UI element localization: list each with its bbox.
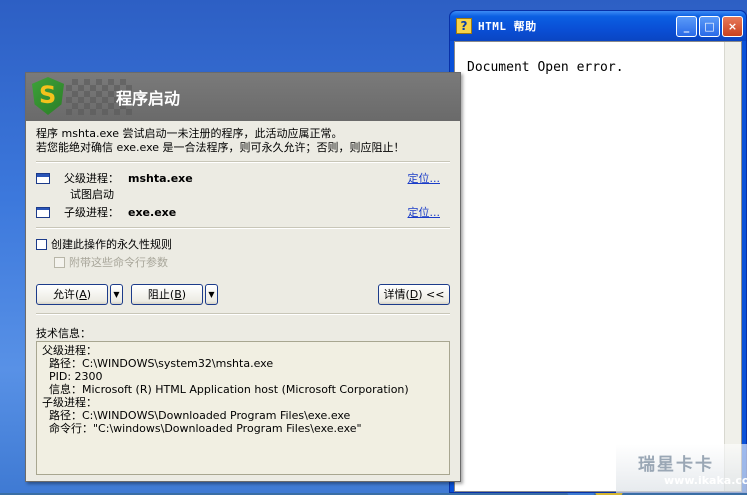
watermark: 瑞星卡卡 www.ikaka.com [616,444,747,493]
child-process-label: 子级进程： [64,206,119,219]
tech-line: 路径：C:\WINDOWS\Downloaded Program Files\e… [42,409,351,422]
permanent-rule-checkbox[interactable] [36,238,47,250]
details-label: 详情 [383,288,406,301]
html-help-window: ? HTML 帮助 _ □ × Document Open error. [449,10,747,493]
locate-parent-link[interactable]: 定位... [408,170,441,186]
tech-info-label: 技术信息： [36,327,91,340]
help-scrollbar[interactable] [724,42,741,491]
tech-line: 路径：C:\WINDOWS\system32\mshta.exe [42,357,274,370]
window-app-icon [36,172,50,184]
block-hotkey: B [174,287,182,301]
watermark-brand: 瑞星卡卡 [638,455,714,475]
divider [36,227,450,229]
tried-to-launch-text: 试图启动 [70,188,114,201]
allow-button[interactable]: 允许(A) [36,283,108,305]
window-app-icon [36,206,50,218]
watermark-url: www.ikaka.com [664,474,747,487]
permanent-rule-option[interactable]: 创建此操作的永久性规则 [36,235,450,253]
program-launch-dialog: S 程序启动 程序 mshta.exe 尝试启动一未注册的程序，此活动应属正常。… [25,72,461,482]
tech-info-box[interactable]: 父级进程： 路径：C:\WINDOWS\system32\mshta.exe P… [36,341,450,475]
help-window-titlebar[interactable]: ? HTML 帮助 _ □ × [450,11,746,41]
dialog-title: 程序启动 [116,89,181,108]
block-dropdown-button[interactable]: ▼ [205,283,218,305]
tech-line: PID: 2300 [42,370,103,383]
args-label: 附带这些命令行参数 [69,256,168,269]
block-label: 阻止 [147,288,170,301]
parent-process-name: mshta.exe [128,171,193,185]
details-suffix: << [422,287,445,301]
child-process-row: 子级进程： exe.exe 定位... [36,203,450,221]
allow-hotkey: A [79,287,87,301]
action-buttons: 允许(A) ▼ 阻止(B) ▼ 详情(D) << [36,283,450,305]
details-button[interactable]: 详情(D) << [378,283,450,305]
dialog-header[interactable]: S 程序启动 [26,73,460,121]
tech-line: 父级进程： [42,344,97,357]
description-line-1: 程序 mshta.exe 尝试启动一未注册的程序，此活动应属正常。 [36,127,343,140]
help-content-pane: Document Open error. [454,41,742,492]
maximize-button[interactable]: □ [699,15,720,37]
shield-logo-letter-icon: S [39,81,57,109]
details-hotkey: D [409,287,419,301]
dialog-description: 程序 mshta.exe 尝试启动一未注册的程序，此活动应属正常。 若您能绝对确… [26,121,460,155]
args-checkbox [54,256,65,268]
help-icon: ? [456,18,472,34]
divider [36,313,450,315]
tech-line: 信息：Microsoft (R) HTML Application host (… [42,383,409,396]
child-process-name: exe.exe [128,205,177,219]
description-line-2: 若您能绝对确信 exe.exe 是一合法程序，则可永久允许；否则，则应阻止！ [36,141,405,154]
close-button[interactable]: × [722,15,743,37]
allow-label: 允许 [52,288,75,301]
block-button[interactable]: 阻止(B) [131,283,203,305]
minimize-button[interactable]: _ [676,15,697,37]
divider [36,161,450,163]
permanent-rule-label: 创建此操作的永久性规则 [51,238,172,251]
tech-line: 子级进程： [42,396,97,409]
parent-process-row: 父级进程： mshta.exe 定位... [36,169,450,187]
parent-process-label: 父级进程： [64,172,119,185]
tech-line: 命令行："C:\windows\Downloaded Program Files… [42,422,362,435]
help-error-text: Document Open error. [467,60,624,75]
allow-dropdown-button[interactable]: ▼ [110,283,123,305]
args-option: 附带这些命令行参数 [36,253,450,271]
locate-child-link[interactable]: 定位... [408,204,441,220]
help-window-title: HTML 帮助 [478,20,537,33]
